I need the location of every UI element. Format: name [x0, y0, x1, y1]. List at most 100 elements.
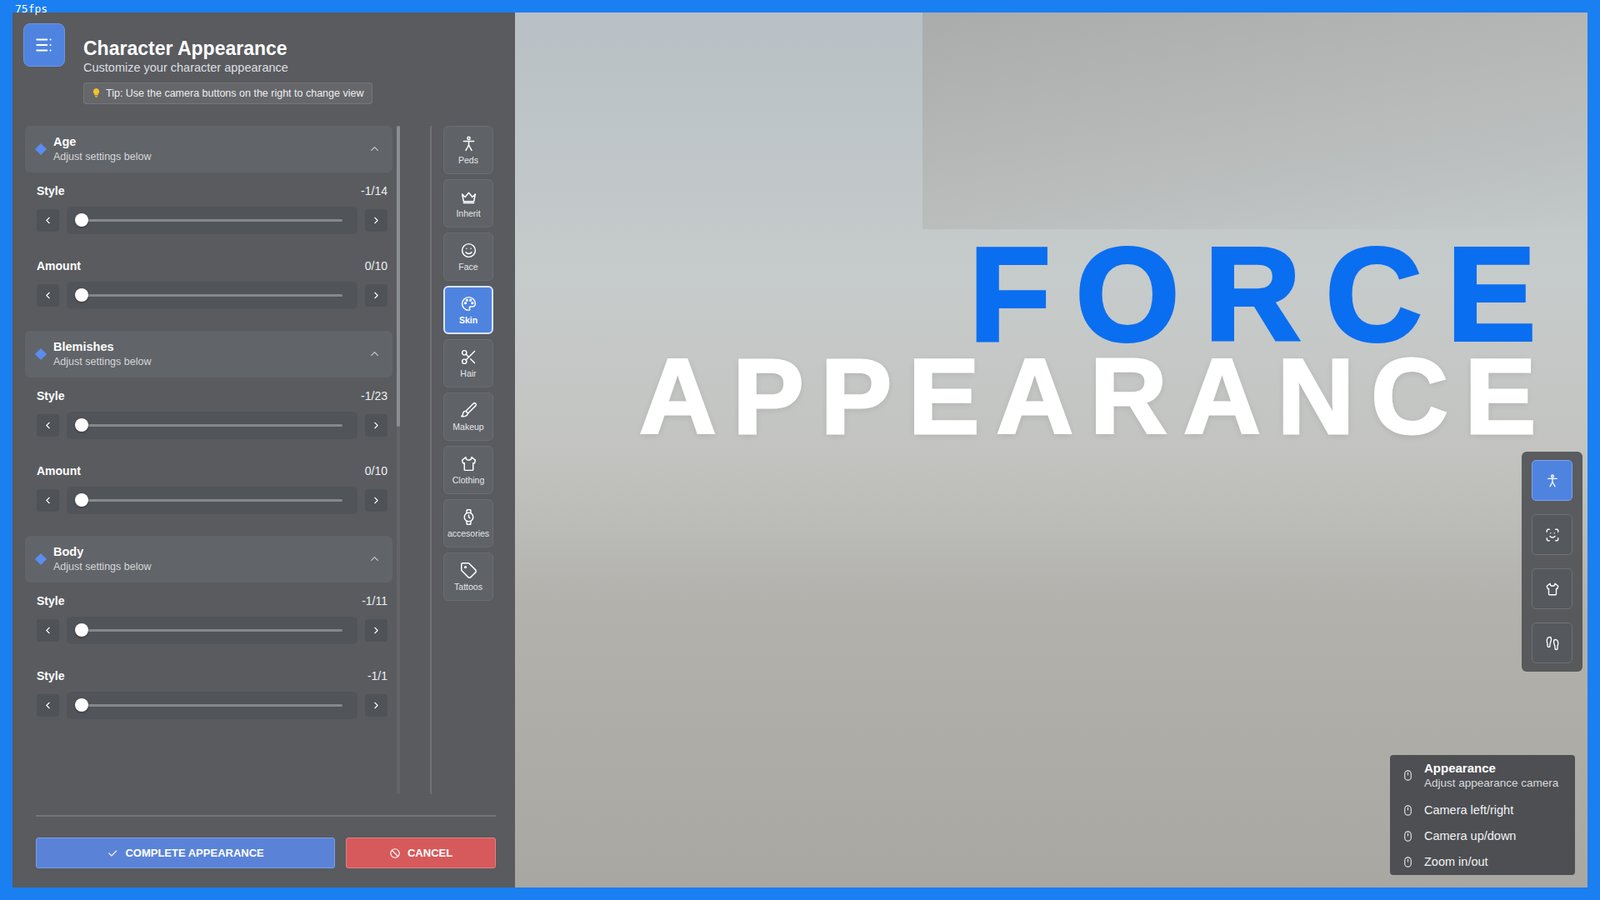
slider-control — [36, 486, 388, 515]
next-button[interactable] — [365, 694, 388, 717]
category-button[interactable]: Hair — [443, 339, 494, 388]
section-header[interactable]: Age Adjust settings below — [25, 125, 393, 173]
tag-icon — [460, 561, 478, 580]
chevron-left-icon — [42, 215, 54, 226]
category-button[interactable]: Skin — [443, 285, 494, 335]
slider[interactable] — [66, 486, 358, 515]
slider-knob[interactable] — [75, 698, 89, 712]
menu-icon — [33, 34, 55, 56]
section-title: Age — [53, 134, 360, 150]
scissors-icon — [460, 348, 478, 366]
category-label: Peds — [458, 155, 479, 166]
diamond-icon — [35, 348, 47, 360]
category-button[interactable]: Tattoos — [443, 552, 494, 601]
slider-row: Amount 0/10 — [36, 259, 388, 310]
row-value: -1/1 — [367, 669, 388, 683]
slider[interactable] — [66, 691, 358, 720]
chevron-up-icon — [368, 347, 381, 360]
camera-button[interactable] — [1531, 514, 1573, 555]
next-button[interactable] — [365, 284, 388, 307]
previous-button[interactable] — [36, 209, 60, 232]
slider[interactable] — [66, 281, 358, 310]
mouse-icon — [1401, 830, 1415, 843]
slider-knob[interactable] — [75, 493, 89, 507]
category-button[interactable]: Makeup — [443, 392, 494, 441]
scrollbar-thumb[interactable] — [396, 125, 400, 427]
next-button[interactable] — [365, 209, 388, 232]
menu-button[interactable] — [23, 23, 65, 67]
help-title: Appearance — [1424, 760, 1559, 777]
panel-subtitle: Customize your character appearance — [83, 60, 373, 75]
cancel-button[interactable]: CANCEL — [345, 837, 496, 869]
footprints-icon — [1545, 635, 1560, 651]
diamond-icon — [35, 553, 47, 565]
footer-separator — [35, 815, 496, 817]
slider-control — [36, 691, 388, 720]
mouse-icon — [1401, 769, 1415, 782]
panel-header: Character Appearance Customize your char… — [23, 20, 496, 105]
camera-button[interactable] — [1531, 460, 1573, 501]
previous-button[interactable] — [36, 489, 60, 512]
next-button[interactable] — [365, 619, 388, 642]
category-label: Makeup — [452, 422, 484, 433]
category-button[interactable]: Clothing — [443, 445, 494, 495]
slider-row: Style -1/11 — [36, 594, 388, 645]
tip-text: Tip: Use the camera buttons on the right… — [105, 87, 364, 100]
slider-control — [36, 206, 388, 235]
slider-track — [81, 219, 343, 222]
chevron-right-icon — [370, 215, 382, 226]
section-header[interactable]: Blemishes Adjust settings below — [25, 330, 393, 378]
slider[interactable] — [66, 411, 358, 440]
slider-track — [81, 294, 343, 297]
category-button[interactable]: Inherit — [443, 179, 494, 228]
category-label: accesories — [447, 529, 490, 540]
next-button[interactable] — [365, 489, 388, 512]
help-titles: Appearance Adjust appearance camera — [1424, 760, 1559, 791]
category-button[interactable]: Face — [443, 232, 494, 281]
section-rows: Style -1/14 Amount 0/10 — [25, 172, 393, 310]
section-titles: Blemishes Adjust settings below — [53, 339, 360, 369]
previous-button[interactable] — [36, 619, 60, 642]
lightbulb-icon — [90, 87, 102, 99]
chevron-left-icon — [42, 290, 54, 301]
person-icon — [460, 135, 478, 153]
row-value: -1/14 — [360, 184, 388, 198]
row-label: Style — [36, 184, 65, 198]
slider-track — [81, 424, 343, 427]
panel-footer: COMPLETE APPEARANCE CANCEL — [23, 837, 496, 869]
slider[interactable] — [66, 616, 358, 645]
shirt-icon — [460, 455, 478, 473]
camera-button[interactable] — [1531, 622, 1573, 664]
category-button[interactable]: Peds — [443, 125, 494, 175]
slider[interactable] — [66, 206, 358, 235]
previous-button[interactable] — [36, 284, 60, 307]
slider-knob[interactable] — [75, 623, 89, 637]
slider-control — [36, 616, 388, 645]
category-button[interactable]: accesories — [443, 499, 494, 548]
row-label-line: Style -1/23 — [36, 389, 388, 403]
brush-icon — [460, 401, 478, 420]
help-subtitle: Adjust appearance camera — [1424, 775, 1559, 791]
crown-icon — [460, 188, 478, 206]
slider-knob[interactable] — [75, 418, 89, 432]
complete-button[interactable]: COMPLETE APPEARANCE — [35, 837, 335, 869]
help-item: Camera left/right — [1401, 803, 1569, 817]
previous-button[interactable] — [36, 694, 60, 717]
chevron-right-icon — [370, 420, 382, 431]
category-label: Clothing — [452, 475, 485, 486]
section-header[interactable]: Body Adjust settings below — [25, 535, 393, 583]
title-overlay: FORCE APPEARANCE — [639, 237, 1536, 443]
chevron-up-icon — [368, 142, 381, 155]
slider-knob[interactable] — [75, 213, 89, 227]
screen: Character Appearance Customize your char… — [0, 0, 1600, 900]
cancel-label: CANCEL — [407, 846, 453, 860]
previous-button[interactable] — [36, 414, 60, 437]
slider-row: Style -1/1 — [36, 669, 388, 720]
slider-track — [81, 629, 343, 632]
next-button[interactable] — [365, 414, 388, 437]
section: Blemishes Adjust settings below Style -1… — [25, 330, 393, 515]
chevron-up-icon — [368, 552, 381, 565]
slider-knob[interactable] — [75, 288, 89, 302]
camera-button[interactable] — [1531, 568, 1573, 610]
help-item: Zoom in/out — [1401, 855, 1569, 869]
